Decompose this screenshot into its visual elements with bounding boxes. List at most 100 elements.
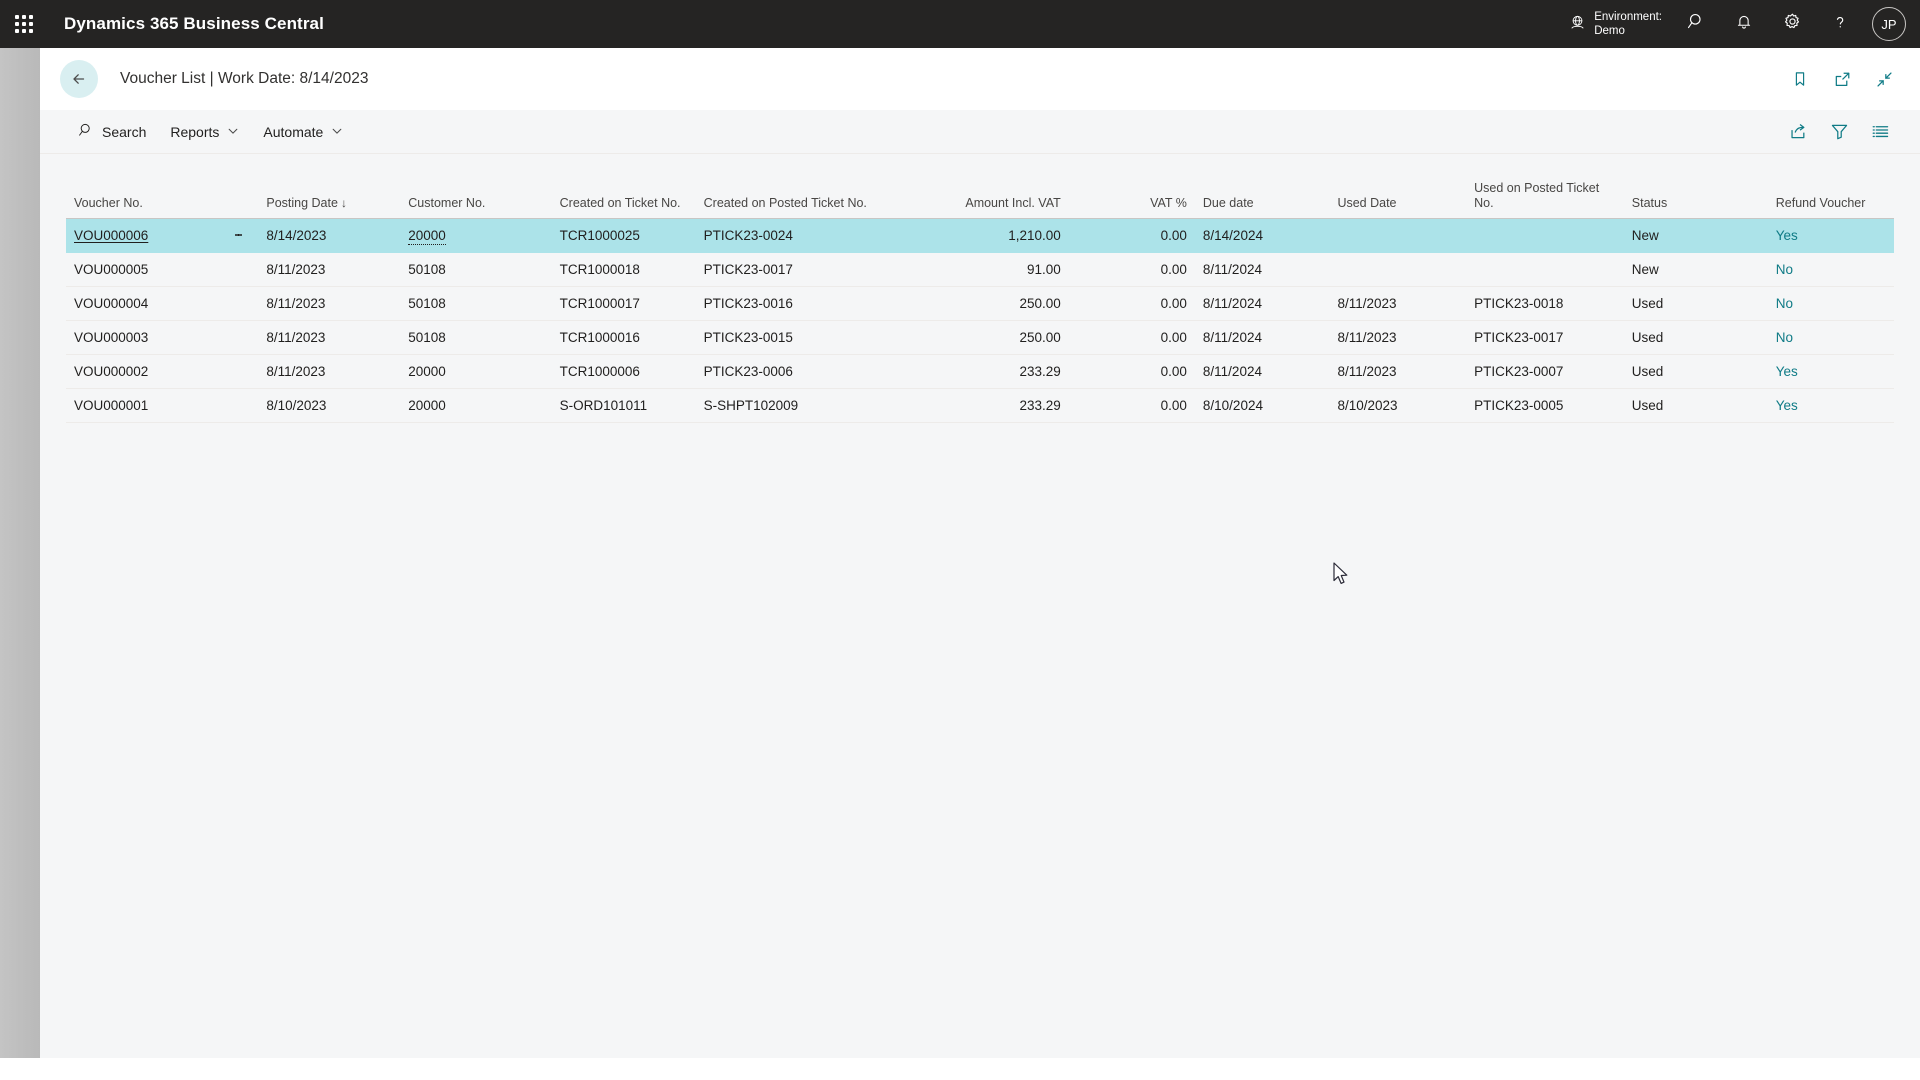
app-launcher-button[interactable] <box>0 0 48 48</box>
notifications-button[interactable] <box>1720 0 1768 48</box>
cell-due-date: 8/11/2024 <box>1202 295 1262 311</box>
refund-voucher-link[interactable]: Yes <box>1776 228 1798 243</box>
chevron-down-icon <box>227 124 239 140</box>
column-label: VAT % <box>1150 195 1187 210</box>
cell-posting-date: 8/11/2023 <box>266 261 326 277</box>
column-header-due-date[interactable]: Due date <box>1195 176 1330 218</box>
voucher-no-text[interactable]: VOU000001 <box>74 398 148 413</box>
collapse-icon[interactable] <box>1874 69 1894 89</box>
cell-voucher-no[interactable]: VOU000005 <box>66 252 258 286</box>
table-row[interactable]: VOU000002 8/11/2023 20000 TCR1000006 PTI… <box>66 354 1894 388</box>
search-action[interactable]: Search <box>66 116 158 147</box>
column-header-vat-pct[interactable]: VAT % <box>1069 176 1195 218</box>
cell-due-date: 8/11/2024 <box>1202 363 1262 379</box>
cell-customer-no[interactable]: 50108 <box>400 252 551 286</box>
help-button[interactable] <box>1816 0 1864 48</box>
table-row[interactable]: VOU000004 8/11/2023 50108 TCR1000017 PTI… <box>66 286 1894 320</box>
cell-voucher-no[interactable]: VOU000001 <box>66 388 258 422</box>
table-row[interactable]: VOU000001 8/10/2023 20000 S-ORD101011 S-… <box>66 388 1894 422</box>
settings-button[interactable] <box>1768 0 1816 48</box>
avatar-initials: JP <box>1881 16 1897 32</box>
cell-created-posted-ticket-no: PTICK23-0017 <box>703 261 793 277</box>
refund-voucher-link[interactable]: No <box>1776 296 1793 311</box>
cell-due-date: 8/11/2024 <box>1202 329 1262 345</box>
cell-customer-no[interactable]: 50108 <box>400 320 551 354</box>
table-row[interactable]: VOU000003 8/11/2023 50108 TCR1000016 PTI… <box>66 320 1894 354</box>
cell-status: Used <box>1631 397 1664 413</box>
column-label: Used Date <box>1337 195 1397 210</box>
refund-voucher-link[interactable]: Yes <box>1776 364 1798 379</box>
share-icon[interactable] <box>1789 122 1808 141</box>
row-menu-icon[interactable] <box>230 226 246 244</box>
table-row[interactable]: VOU000006 8/14/2023 20000 TCR1000025 PTI… <box>66 218 1894 252</box>
voucher-no-text[interactable]: VOU000005 <box>74 262 148 277</box>
column-header-voucher-no[interactable]: Voucher No. <box>66 176 258 218</box>
environment-text: Environment: Demo <box>1594 10 1662 38</box>
filter-icon[interactable] <box>1830 122 1849 141</box>
column-label: Posting Date <box>266 195 338 210</box>
cell-voucher-no[interactable]: VOU000006 <box>66 218 258 252</box>
environment-indicator[interactable]: Environment: Demo <box>1559 0 1672 48</box>
search-button[interactable] <box>1672 0 1720 48</box>
column-label: Created on Posted Ticket No. <box>703 195 867 210</box>
table-body: VOU000006 8/14/2023 20000 TCR1000025 PTI… <box>66 218 1894 422</box>
cell-customer-no[interactable]: 20000 <box>400 218 551 252</box>
product-title: Dynamics 365 Business Central <box>64 14 324 33</box>
reports-menu[interactable]: Reports <box>158 118 251 146</box>
refund-voucher-link[interactable]: Yes <box>1776 398 1798 413</box>
voucher-table: Voucher No. Posting Date ↓ Customer No. C… <box>66 176 1894 423</box>
cell-used-posted-ticket-no <box>1466 252 1624 286</box>
waffle-icon <box>15 15 33 33</box>
table-row[interactable]: VOU000005 8/11/2023 50108 TCR1000018 PTI… <box>66 252 1894 286</box>
cell-refund-voucher[interactable]: Yes <box>1768 218 1894 252</box>
cell-customer-no[interactable]: 20000 <box>400 388 551 422</box>
voucher-no-link[interactable]: VOU000006 <box>74 228 148 243</box>
question-mark-icon <box>1831 13 1849 36</box>
cell-posting-date: 8/10/2023 <box>266 397 327 413</box>
cell-status: Used <box>1631 363 1664 379</box>
column-header-customer-no[interactable]: Customer No. <box>400 176 551 218</box>
cell-used-date <box>1329 252 1466 286</box>
cell-refund-voucher[interactable]: Yes <box>1768 388 1894 422</box>
cell-voucher-no[interactable]: VOU000004 <box>66 286 258 320</box>
back-button[interactable] <box>60 60 98 98</box>
refund-voucher-link[interactable]: No <box>1776 262 1793 277</box>
bookmark-icon[interactable] <box>1790 69 1810 89</box>
cell-refund-voucher[interactable]: Yes <box>1768 354 1894 388</box>
column-header-status[interactable]: Status <box>1624 176 1768 218</box>
list-options-icon[interactable] <box>1871 122 1890 141</box>
open-in-new-window-icon[interactable] <box>1832 69 1852 89</box>
cell-refund-voucher[interactable]: No <box>1768 286 1894 320</box>
cell-refund-voucher[interactable]: No <box>1768 320 1894 354</box>
column-header-refund-voucher[interactable]: Refund Voucher <box>1768 176 1894 218</box>
refund-voucher-link[interactable]: No <box>1776 330 1793 345</box>
gear-icon <box>1783 12 1802 36</box>
cell-status: Used <box>1631 329 1664 345</box>
avatar[interactable]: JP <box>1872 7 1906 41</box>
column-header-posting-date[interactable]: Posting Date ↓ <box>258 176 400 218</box>
cell-status: New <box>1631 227 1659 243</box>
automate-menu[interactable]: Automate <box>251 118 355 146</box>
cell-customer-no[interactable]: 50108 <box>400 286 551 320</box>
column-header-amount-incl-vat[interactable]: Amount Incl. VAT <box>890 176 1069 218</box>
search-action-label: Search <box>102 123 147 140</box>
cell-created-ticket-no: TCR1000006 <box>559 363 640 379</box>
cell-used-date: 8/10/2023 <box>1337 397 1398 413</box>
voucher-no-text[interactable]: VOU000002 <box>74 364 148 379</box>
customer-no-drilldown[interactable]: 20000 <box>408 227 446 245</box>
voucher-no-text[interactable]: VOU000004 <box>74 296 148 311</box>
page-title: Voucher List | Work Date: 8/14/2023 <box>120 70 369 87</box>
cell-used-date: 8/11/2023 <box>1337 329 1397 345</box>
column-label: Voucher No. <box>74 195 143 210</box>
cell-vat-pct: 0.00 <box>1160 227 1187 243</box>
cell-customer-no[interactable]: 20000 <box>400 354 551 388</box>
column-header-created-posted-ticket-no[interactable]: Created on Posted Ticket No. <box>696 176 890 218</box>
cell-amount-incl-vat: 250.00 <box>1019 295 1061 311</box>
column-header-used-posted-ticket-no[interactable]: Used on Posted Ticket No. <box>1466 176 1624 218</box>
column-header-created-ticket-no[interactable]: Created on Ticket No. <box>552 176 696 218</box>
column-header-used-date[interactable]: Used Date <box>1329 176 1466 218</box>
cell-refund-voucher[interactable]: No <box>1768 252 1894 286</box>
voucher-no-text[interactable]: VOU000003 <box>74 330 148 345</box>
cell-voucher-no[interactable]: VOU000003 <box>66 320 258 354</box>
cell-voucher-no[interactable]: VOU000002 <box>66 354 258 388</box>
